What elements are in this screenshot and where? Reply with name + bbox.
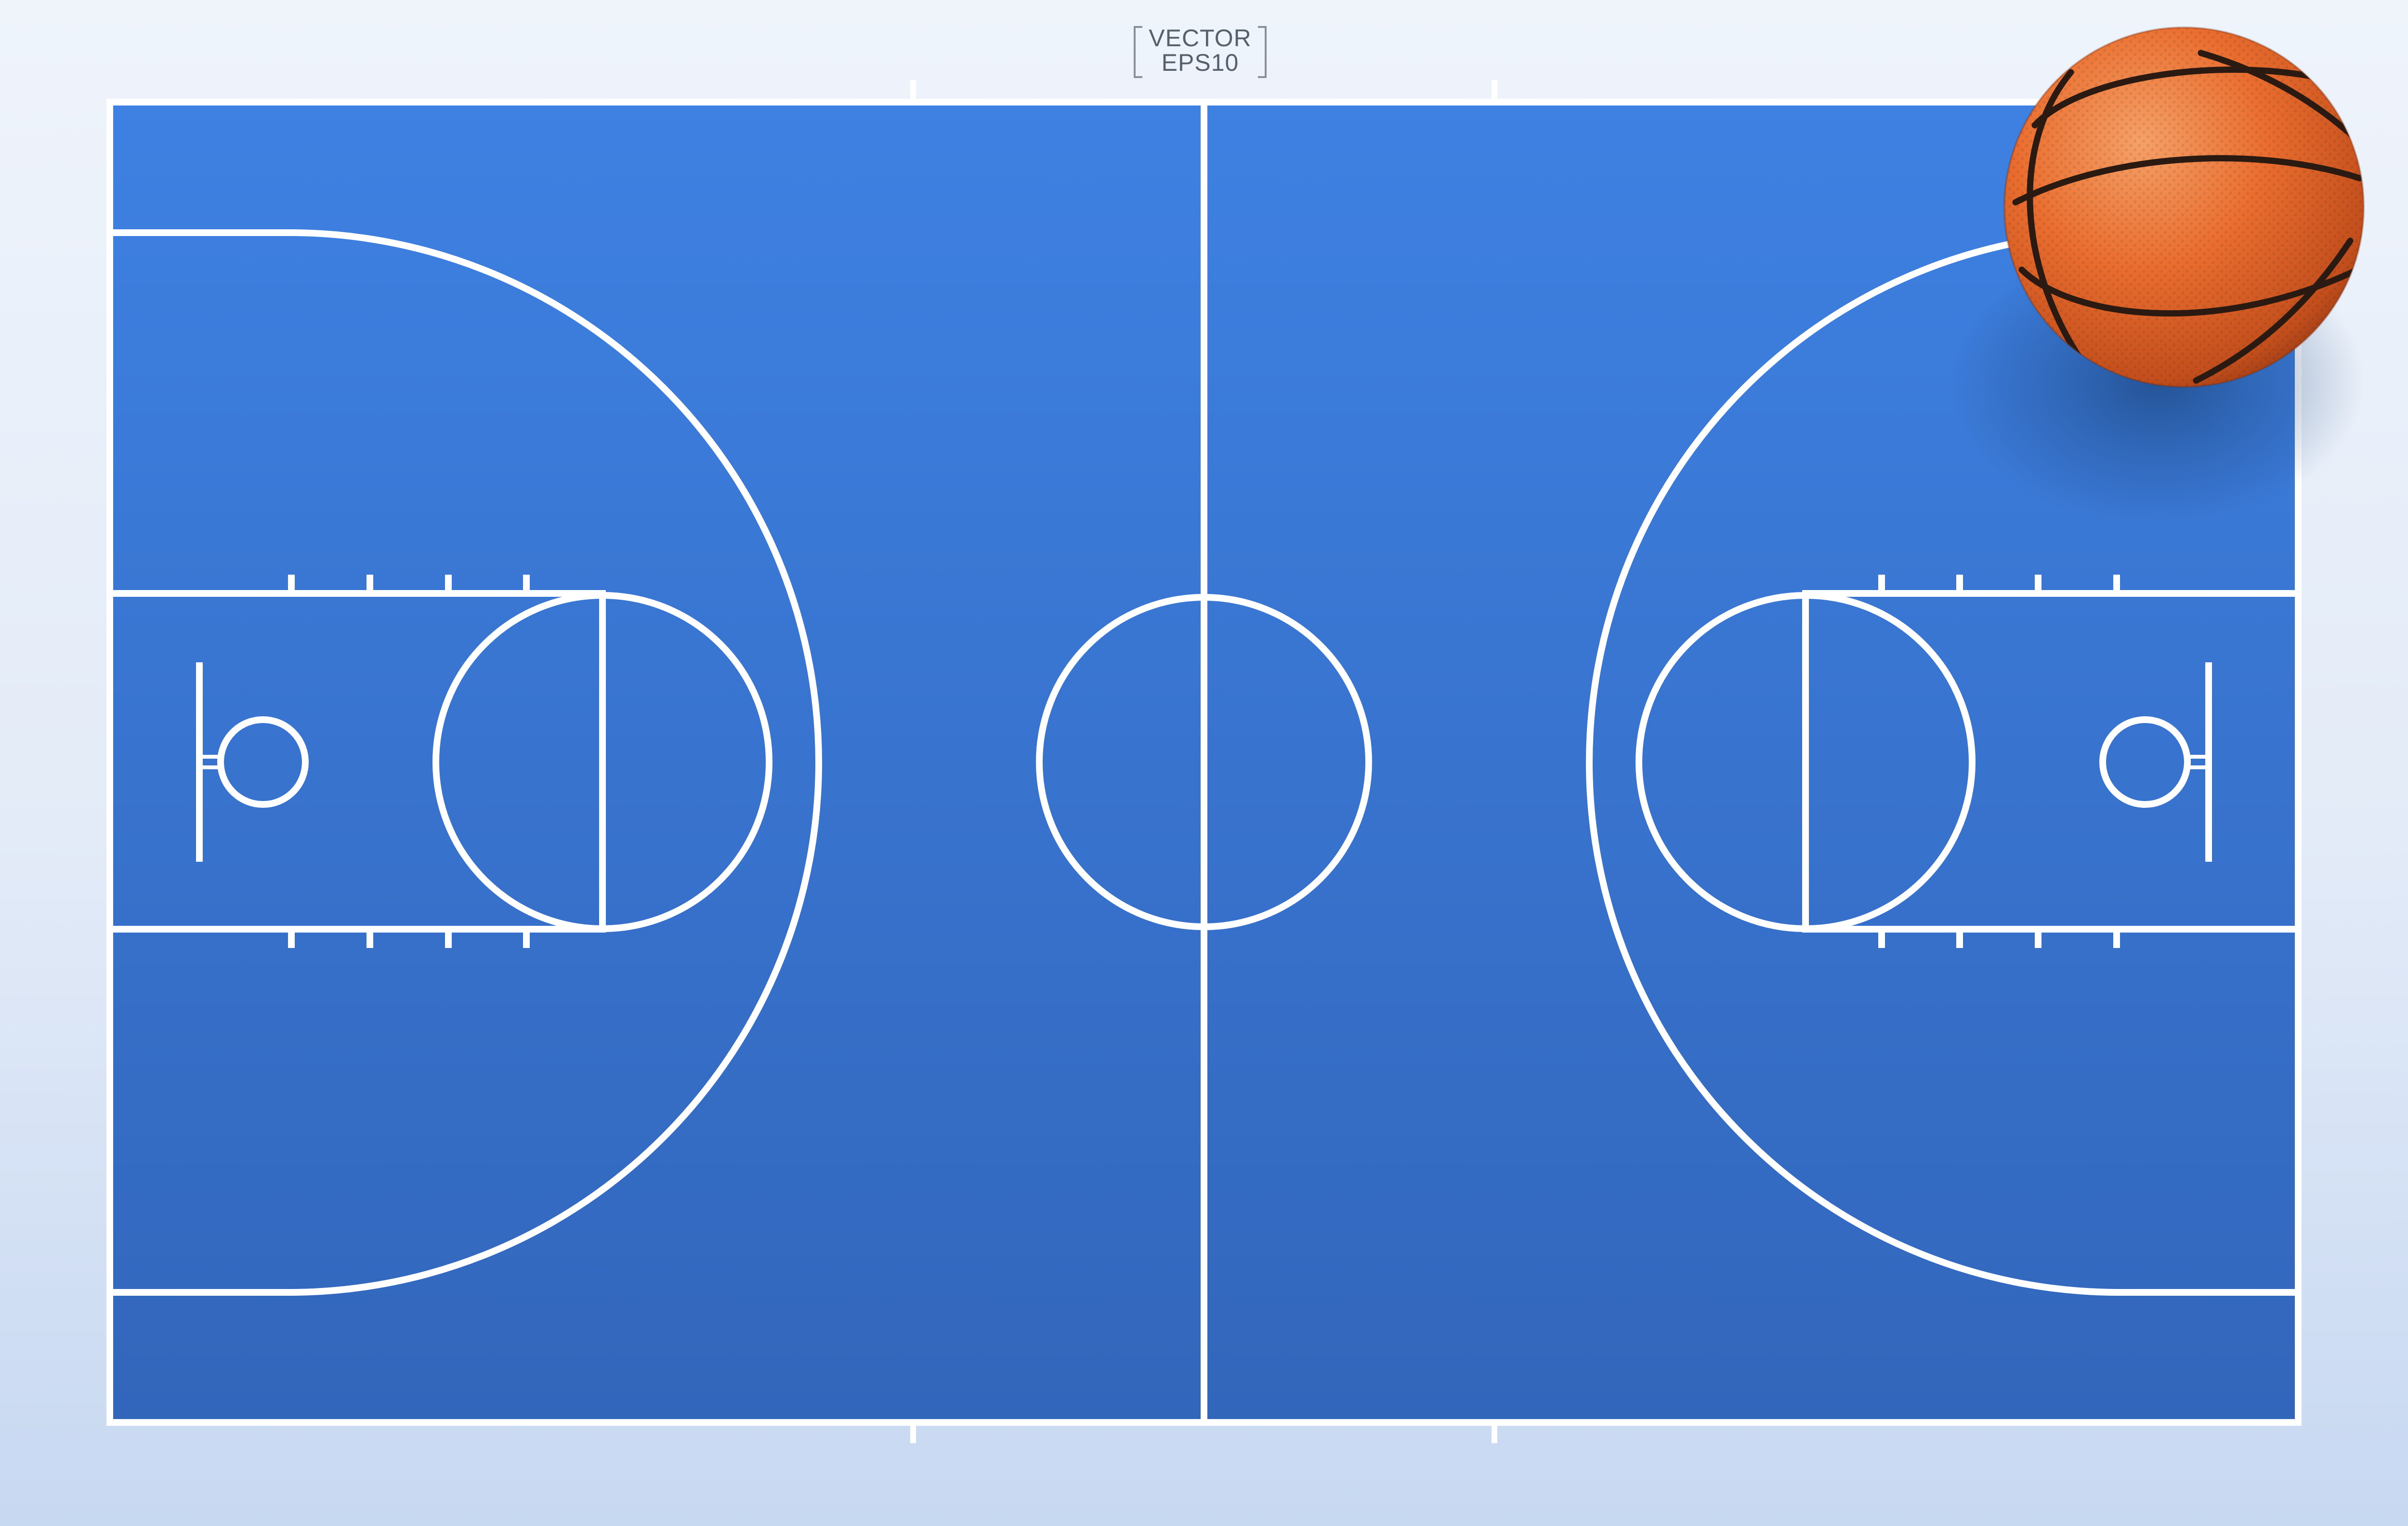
badge-eps-label: EPS10 bbox=[1161, 49, 1239, 76]
badge-vector-label: VECTOR bbox=[1149, 25, 1252, 52]
vector-eps-badge: VECTOR EPS10 bbox=[1134, 24, 1267, 78]
basketball-icon bbox=[2003, 26, 2365, 388]
basketball-court bbox=[106, 26, 2365, 1443]
illustration-canvas: VECTOR EPS10 bbox=[0, 0, 2408, 1526]
